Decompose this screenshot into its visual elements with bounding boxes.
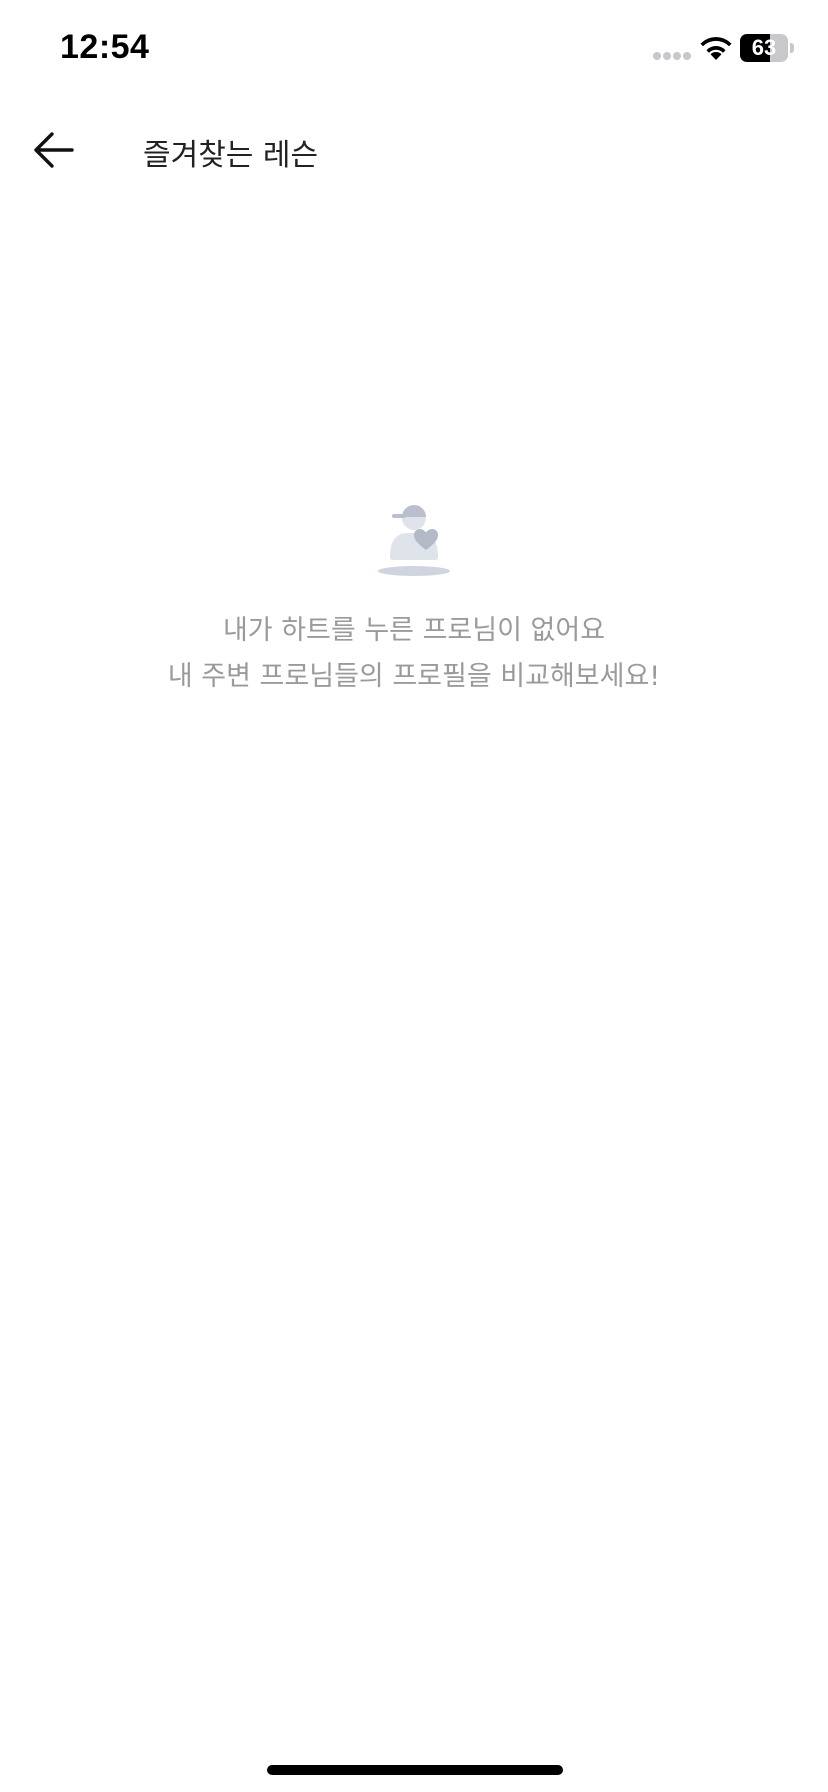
empty-message-line-2: 내 주변 프로님들의 프로필을 비교해보세요!	[167, 661, 661, 692]
page-title: 즐겨찾는 레슨	[143, 138, 319, 173]
battery-icon: 63	[740, 34, 794, 62]
status-bar: 12:54 63	[0, 0, 828, 100]
battery-level: 63	[751, 35, 777, 60]
empty-message-line-1: 내가 하트를 누른 프로님이 없어요	[222, 615, 606, 646]
header: 즐겨찾는 레슨	[0, 110, 828, 190]
empty-message: 내가 하트를 누른 프로님이 없어요 내 주변 프로님들의 프로필을 비교해보세…	[0, 608, 828, 700]
arrow-left-icon	[34, 132, 74, 168]
status-time: 12:54	[60, 28, 150, 66]
home-indicator[interactable]	[267, 1765, 563, 1775]
favorite-pro-empty-icon	[378, 505, 450, 576]
battery-body: 63	[740, 34, 788, 62]
signal-icon	[653, 52, 691, 60]
wifi-icon	[700, 37, 732, 60]
empty-state: 내가 하트를 누른 프로님이 없어요 내 주변 프로님들의 프로필을 비교해보세…	[0, 500, 828, 700]
back-button[interactable]	[26, 122, 82, 178]
battery-cap	[790, 43, 794, 53]
